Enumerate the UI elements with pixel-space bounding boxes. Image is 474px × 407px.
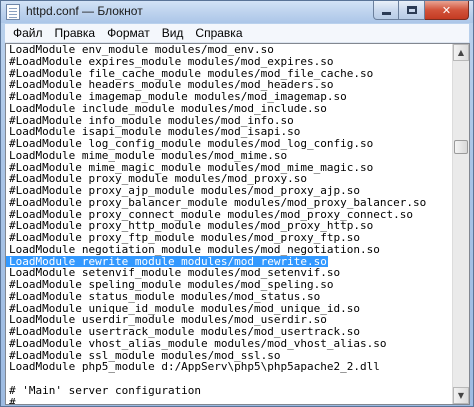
- minimize-button[interactable]: [373, 1, 399, 20]
- notepad-window: httpd.conf — Блокнот ✕ Файл Правка Форма…: [0, 0, 474, 407]
- minimize-icon: [381, 11, 391, 15]
- text-editor[interactable]: LoadModule env_module modules/mod_env.so…: [5, 43, 470, 405]
- text-line[interactable]: LoadModule env_module modules/mod_env.so: [6, 44, 452, 56]
- menu-help[interactable]: Справка: [189, 24, 248, 43]
- scrollbar-thumb[interactable]: [454, 140, 468, 154]
- text-line[interactable]: LoadModule php5_module d:/AppServ\php5\p…: [6, 361, 452, 373]
- text-line[interactable]: #LoadModule usertrack_module modules/mod…: [6, 326, 452, 338]
- text-line[interactable]: LoadModule mime_module modules/mod_mime.…: [6, 149, 452, 162]
- vertical-scrollbar[interactable]: ▲ ▼: [452, 44, 469, 404]
- text-line[interactable]: LoadModule negotiation_module modules/mo…: [6, 243, 452, 256]
- menu-file[interactable]: Файл: [7, 24, 49, 43]
- maximize-button[interactable]: [399, 1, 425, 20]
- menu-bar: Файл Правка Формат Вид Справка: [5, 24, 469, 43]
- text-line[interactable]: [6, 373, 452, 385]
- text-line[interactable]: #LoadModule log_config_module modules/mo…: [6, 138, 452, 150]
- text-line[interactable]: #LoadModule proxy_balancer_module module…: [6, 196, 452, 209]
- text-content-area[interactable]: LoadModule env_module modules/mod_env.so…: [6, 44, 452, 404]
- text-line[interactable]: #: [6, 396, 452, 404]
- window-title: httpd.conf — Блокнот: [26, 4, 143, 18]
- text-line[interactable]: #LoadModule speling_module modules/mod_s…: [6, 279, 452, 291]
- scroll-up-arrow-icon[interactable]: ▲: [453, 44, 469, 61]
- notepad-icon[interactable]: [6, 4, 20, 20]
- close-icon: ✕: [441, 3, 452, 17]
- text-line[interactable]: #LoadModule proxy_ajp_module modules/mod…: [6, 185, 452, 197]
- menu-edit[interactable]: Правка: [49, 24, 102, 43]
- text-line[interactable]: # 'Main' server configuration: [6, 384, 452, 397]
- title-bar[interactable]: httpd.conf — Блокнот ✕: [1, 1, 473, 23]
- menu-format[interactable]: Формат: [101, 24, 156, 43]
- text-line[interactable]: #LoadModule status_module modules/mod_st…: [6, 290, 452, 303]
- text-line[interactable]: LoadModule include_module modules/mod_in…: [6, 102, 452, 115]
- close-button[interactable]: ✕: [425, 1, 469, 20]
- text-line[interactable]: #LoadModule expires_module modules/mod_e…: [6, 55, 452, 68]
- text-line[interactable]: #LoadModule vhost_alias_module modules/m…: [6, 337, 452, 350]
- maximize-icon: [406, 6, 417, 14]
- text-line[interactable]: #LoadModule imagemap_module modules/mod_…: [6, 91, 452, 103]
- scroll-down-arrow-icon[interactable]: ▼: [453, 387, 469, 404]
- caption-buttons: ✕: [373, 1, 469, 20]
- text-line[interactable]: #LoadModule proxy_ftp_module modules/mod…: [6, 232, 452, 244]
- menu-view[interactable]: Вид: [156, 24, 190, 43]
